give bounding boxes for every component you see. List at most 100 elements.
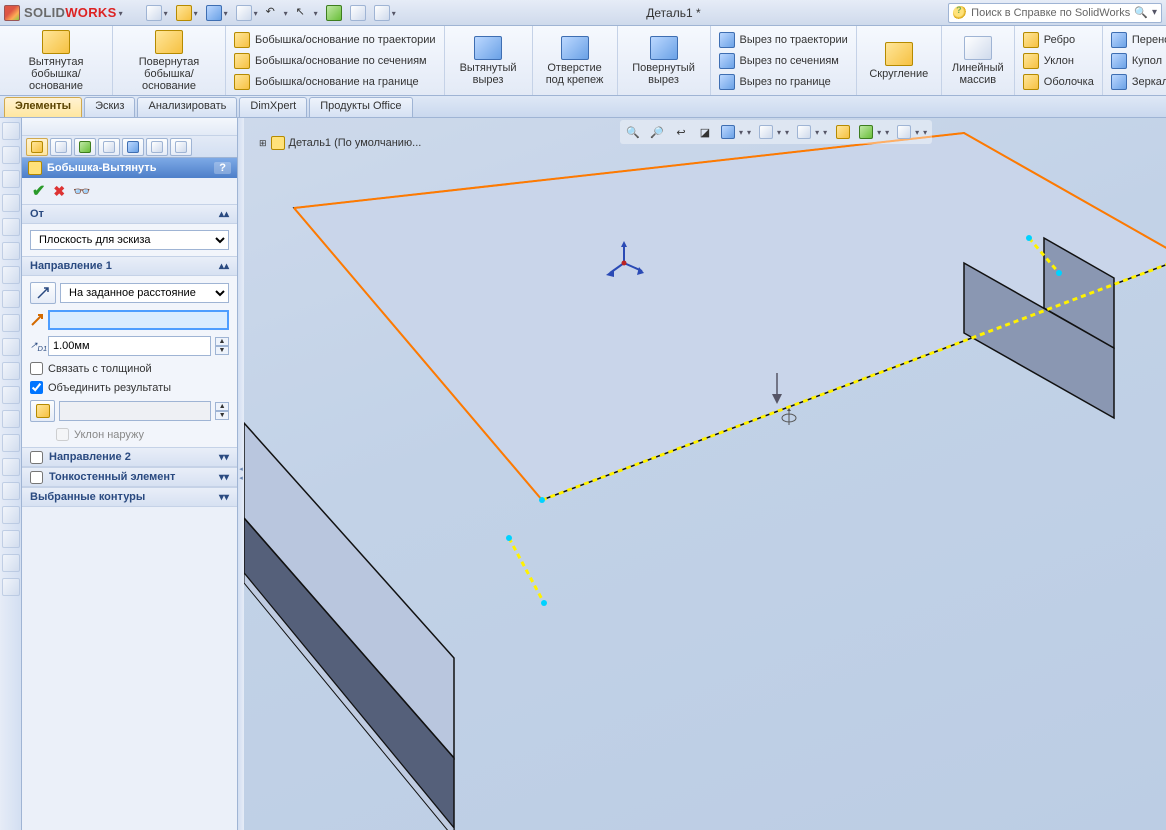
merge-result-row[interactable]: Объединить результаты	[30, 381, 229, 394]
rib-lofted-cut[interactable]: Вырез по сечениям	[717, 52, 850, 70]
draft-toggle-button[interactable]	[30, 400, 55, 422]
qat-select[interactable]: ↖	[293, 2, 321, 24]
pm-cancel-button[interactable]: ✖	[53, 183, 65, 200]
section-thin-header[interactable]: Тонкостенный элемент ▾▾	[22, 467, 237, 487]
fm-tab-dim[interactable]	[98, 138, 120, 156]
hud-view-orientation[interactable]	[718, 122, 754, 142]
help-search-box[interactable]: Поиск в Справке по SolidWorks 🔍 ▾	[948, 3, 1162, 23]
thin-enable-checkbox[interactable]	[30, 471, 43, 484]
help-search-caret[interactable]: ▾	[1152, 7, 1157, 18]
rib-mirror[interactable]: Зеркальное отражение	[1109, 73, 1166, 91]
lt-btn-11[interactable]	[2, 362, 20, 380]
hud-zoom-area[interactable]: 🔎	[646, 122, 668, 142]
merge-thickness-checkbox[interactable]	[30, 362, 43, 375]
hud-scene[interactable]	[856, 122, 892, 142]
search-magnifier-icon[interactable]: 🔍	[1134, 6, 1148, 19]
rib-linear-pattern[interactable]: Линейный массив	[948, 28, 1008, 93]
logo-menu-caret[interactable]	[117, 7, 123, 19]
hud-zoom-fit[interactable]: 🔍	[622, 122, 644, 142]
from-plane-select[interactable]: Плоскость для эскиза	[30, 230, 229, 250]
preview-handle-4[interactable]	[1026, 235, 1032, 241]
section-dir1-header[interactable]: Направление 1 ▴▴	[22, 256, 237, 276]
section-contours-header[interactable]: Выбранные контуры ▾▾	[22, 487, 237, 507]
direction-vector-input[interactable]	[48, 310, 229, 330]
lt-btn-6[interactable]	[2, 242, 20, 260]
lt-btn-7[interactable]	[2, 266, 20, 284]
qat-new[interactable]	[143, 2, 171, 24]
dir2-enable-checkbox[interactable]	[30, 451, 43, 464]
hud-appearance[interactable]	[832, 122, 854, 142]
preview-handle-1[interactable]	[539, 497, 545, 503]
hud-prev-view[interactable]: ↩	[670, 122, 692, 142]
spin-down[interactable]: ▼	[215, 411, 229, 420]
lt-btn-13[interactable]	[2, 410, 20, 428]
rib-boundary-boss[interactable]: Бобышка/основание на границе	[232, 73, 438, 91]
rib-lofted-boss[interactable]: Бобышка/основание по сечениям	[232, 52, 438, 70]
rib-boundary-cut[interactable]: Вырез по границе	[717, 73, 850, 91]
fm-tab-property[interactable]	[50, 138, 72, 156]
lt-btn-8[interactable]	[2, 290, 20, 308]
rib-extruded-cut[interactable]: Вытянутый вырез	[451, 28, 526, 93]
depth-input[interactable]	[48, 336, 211, 356]
rib-fillet[interactable]: Скругление	[863, 28, 935, 93]
hud-view-settings[interactable]	[894, 122, 930, 142]
lt-btn-10[interactable]	[2, 338, 20, 356]
lt-btn-15[interactable]	[2, 458, 20, 476]
tab-sketch[interactable]: Эскиз	[84, 97, 135, 117]
qat-undo[interactable]: ↶	[263, 2, 291, 24]
spin-up[interactable]: ▲	[215, 337, 229, 346]
fm-tab-display[interactable]	[122, 138, 144, 156]
reverse-direction-button[interactable]	[30, 282, 56, 304]
lt-btn-17[interactable]	[2, 506, 20, 524]
preview-handle-2[interactable]	[506, 535, 512, 541]
tab-features[interactable]: Элементы	[4, 97, 82, 117]
qat-options[interactable]	[347, 2, 369, 24]
qat-rebuild[interactable]	[323, 2, 345, 24]
rib-extruded-boss[interactable]: Вытянутая бобышка/основание	[6, 28, 106, 93]
lt-btn-19[interactable]	[2, 554, 20, 572]
rib-hole-wizard[interactable]: Отверстие под крепеж	[539, 28, 611, 93]
hud-section[interactable]: ◪	[694, 122, 716, 142]
rib-shell[interactable]: Оболочка	[1021, 73, 1096, 91]
rib-revolved-boss[interactable]: Повернутая бобышка/основание	[119, 28, 219, 93]
pm-detail-preview-button[interactable]: 👓	[73, 183, 90, 200]
graphics-viewport[interactable]: ⊞ Деталь1 (По умолчанию...	[244, 118, 1166, 830]
tab-dimxpert[interactable]: DimXpert	[239, 97, 307, 117]
tab-evaluate[interactable]: Анализировать	[137, 97, 237, 117]
rib-swept-cut[interactable]: Вырез по траектории	[717, 31, 850, 49]
preview-handle-3[interactable]	[541, 600, 547, 606]
rib-revolved-cut[interactable]: Повернутый вырез	[624, 28, 704, 93]
qat-open[interactable]	[173, 2, 201, 24]
lt-btn-2[interactable]	[2, 146, 20, 164]
qat-save[interactable]	[203, 2, 231, 24]
qat-print[interactable]	[233, 2, 261, 24]
rib-move[interactable]: Перенос	[1109, 31, 1166, 49]
qat-help[interactable]	[371, 2, 399, 24]
preview-handle-5[interactable]	[1056, 270, 1062, 276]
hud-display-style[interactable]	[756, 122, 792, 142]
rib-dome[interactable]: Купол	[1109, 52, 1166, 70]
lt-btn-3[interactable]	[2, 170, 20, 188]
lt-btn-4[interactable]	[2, 194, 20, 212]
rib-swept-boss[interactable]: Бобышка/основание по траектории	[232, 31, 438, 49]
section-from-header[interactable]: От ▴▴	[22, 204, 237, 224]
lt-btn-12[interactable]	[2, 386, 20, 404]
lt-btn-18[interactable]	[2, 530, 20, 548]
fm-tab-config[interactable]	[74, 138, 96, 156]
spin-up[interactable]: ▲	[215, 402, 229, 411]
hud-hide-show[interactable]	[794, 122, 830, 142]
tab-office[interactable]: Продукты Office	[309, 97, 412, 117]
fm-tab-extra2[interactable]	[170, 138, 192, 156]
depth-spinner[interactable]: ▲▼	[215, 337, 229, 355]
fm-tab-feature-tree[interactable]	[26, 138, 48, 156]
rib-rib[interactable]: Ребро	[1021, 31, 1096, 49]
lt-btn-1[interactable]	[2, 122, 20, 140]
merge-thickness-row[interactable]: Связать с толщиной	[30, 362, 229, 375]
pm-ok-button[interactable]: ✔	[32, 181, 45, 201]
lt-btn-14[interactable]	[2, 434, 20, 452]
rib-draft[interactable]: Уклон	[1021, 52, 1096, 70]
end-condition-select[interactable]: На заданное расстояние	[60, 283, 229, 303]
view-triad[interactable]	[604, 243, 644, 283]
lt-btn-9[interactable]	[2, 314, 20, 332]
draft-angle-input[interactable]	[59, 401, 211, 421]
